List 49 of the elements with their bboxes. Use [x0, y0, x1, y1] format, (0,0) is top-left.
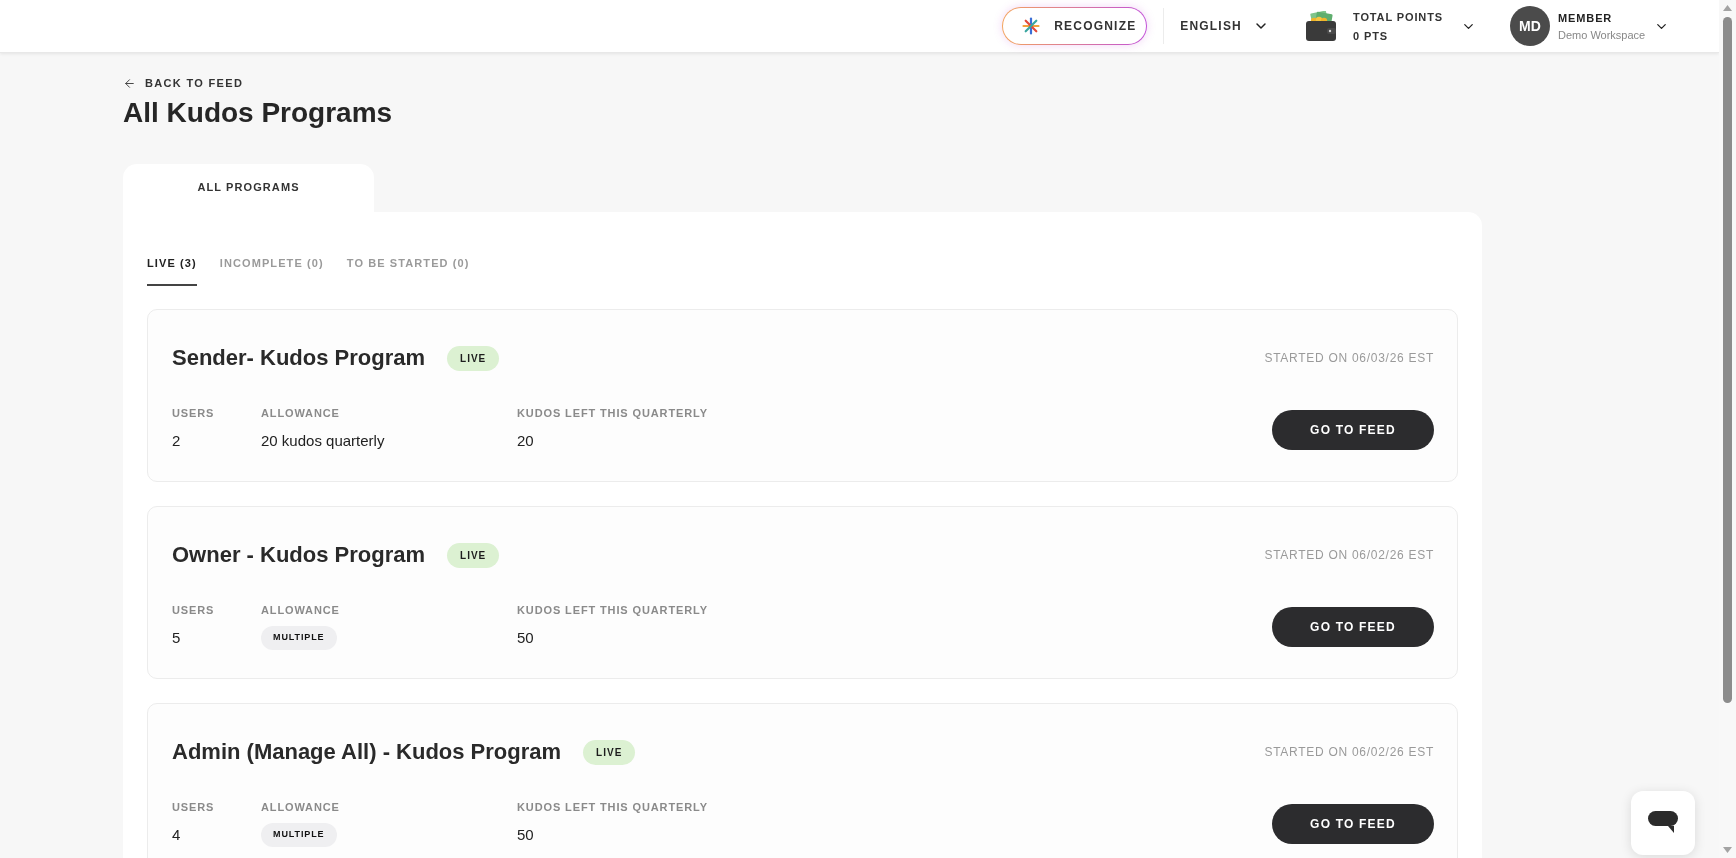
- field-label: USERS: [172, 800, 215, 814]
- start-date: STARTED ON 06/02/26 EST: [1264, 547, 1434, 564]
- go-to-feed-button[interactable]: GO TO FEED: [1272, 409, 1434, 450]
- field-label: KUDOS LEFT THIS QUARTERLY: [517, 800, 708, 814]
- points-label: TOTAL POINTS: [1353, 9, 1443, 24]
- scroll-down-icon[interactable]: [1723, 847, 1732, 853]
- points-value: 0 PTS: [1353, 28, 1389, 43]
- field-value: 50: [517, 825, 534, 845]
- workspace-name: Demo Workspace: [1558, 27, 1647, 42]
- field-label: ALLOWANCE: [261, 603, 340, 617]
- language-dropdown[interactable]: ENGLISH: [1180, 17, 1269, 35]
- field-label: KUDOS LEFT THIS QUARTERLY: [517, 603, 708, 617]
- go-to-feed-button[interactable]: GO TO FEED: [1272, 803, 1434, 844]
- program-title: Admin (Manage All) - Kudos Program: [172, 738, 562, 766]
- avatar[interactable]: MD: [1510, 6, 1550, 46]
- go-to-feed-button[interactable]: GO TO FEED: [1272, 606, 1434, 647]
- field-value: 50: [517, 628, 534, 648]
- chat-button[interactable]: [1631, 791, 1695, 855]
- field-value: 4: [172, 825, 181, 845]
- status-badge: LIVE: [447, 542, 500, 568]
- wallet-icon: [1305, 10, 1337, 42]
- program-title: Sender- Kudos Program: [172, 344, 426, 372]
- arrow-left-icon: [123, 76, 136, 90]
- program-title: Owner - Kudos Program: [172, 541, 426, 569]
- speech-bubble-icon: [1648, 811, 1678, 835]
- allowance-badge: MULTIPLE: [261, 823, 337, 847]
- status-badge: LIVE: [447, 345, 500, 371]
- scrollbar-thumb[interactable]: [1723, 17, 1732, 703]
- back-link[interactable]: BACK TO FEED: [123, 76, 244, 90]
- recognize-button[interactable]: RECOGNIZE: [1002, 7, 1148, 45]
- field-value: 20 kudos quarterly: [261, 431, 385, 451]
- scroll-up-icon[interactable]: [1723, 5, 1732, 11]
- field-label: KUDOS LEFT THIS QUARTERLY: [517, 406, 708, 420]
- field-value: 2: [172, 431, 181, 451]
- field-value: 20: [517, 431, 534, 451]
- status-badge: LIVE: [583, 739, 636, 765]
- user-role: MEMBER: [1558, 10, 1614, 25]
- page-title: All Kudos Programs: [123, 96, 394, 130]
- field-label: USERS: [172, 406, 215, 420]
- start-date: STARTED ON 06/02/26 EST: [1264, 744, 1434, 761]
- field-value: 5: [172, 628, 181, 648]
- field-label: USERS: [172, 603, 215, 617]
- asterisk-icon: [1022, 17, 1041, 35]
- start-date: STARTED ON 06/03/26 EST: [1264, 350, 1434, 367]
- filter-tab[interactable]: LIVE (3): [147, 256, 197, 286]
- field-label: ALLOWANCE: [261, 800, 340, 814]
- allowance-badge: MULTIPLE: [261, 626, 337, 650]
- field-label: ALLOWANCE: [261, 406, 340, 420]
- tab[interactable]: ALL PROGRAMS: [123, 164, 374, 212]
